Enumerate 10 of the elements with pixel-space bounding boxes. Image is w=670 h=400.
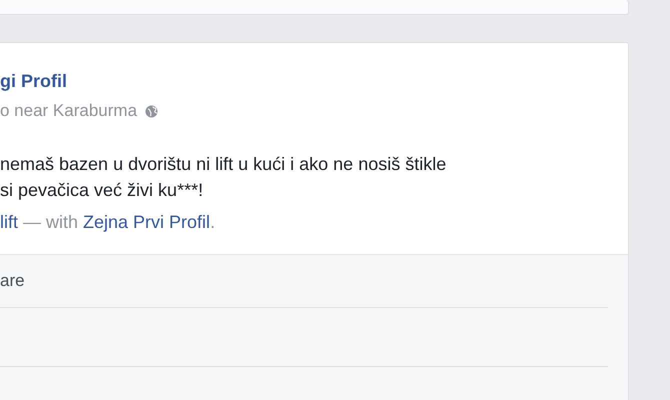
- author-link[interactable]: gi Profil: [0, 71, 67, 92]
- post-text: si pevačica već živi ku***!: [0, 179, 204, 202]
- with-text: — with: [23, 212, 78, 232]
- location-text: o near Karaburma: [0, 101, 138, 121]
- post-text: nemaš bazen u dvorištu ni lift u kući i ako ne nosiš štikle: [0, 153, 446, 176]
- period-text: .: [210, 212, 216, 232]
- globe-icon: [145, 104, 158, 118]
- place-link[interactable]: lift: [0, 212, 18, 232]
- share-link[interactable]: are: [0, 271, 25, 291]
- friend-link[interactable]: Zejna Prvi Profil: [83, 212, 210, 232]
